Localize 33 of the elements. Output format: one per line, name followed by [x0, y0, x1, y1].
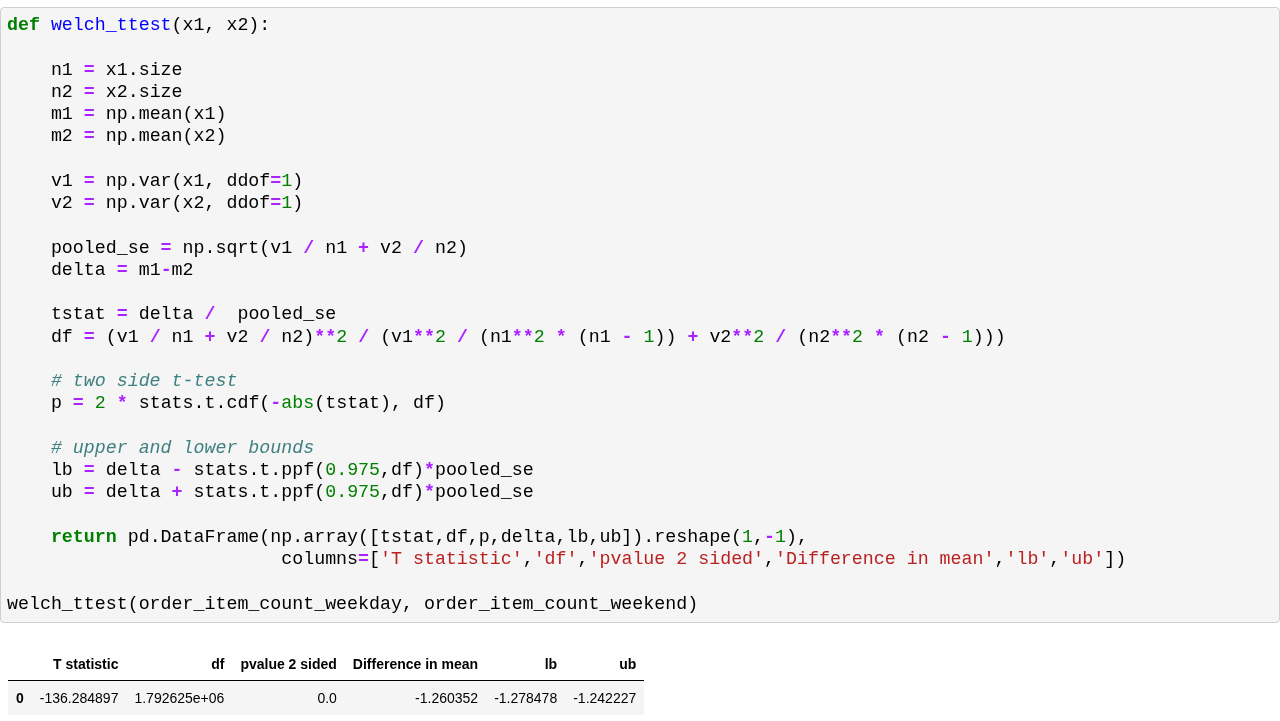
- table-cell: 0.0: [232, 680, 345, 715]
- column-header: Difference in mean: [344, 647, 487, 681]
- code-line: v1 = np.var(x1, ddof=1): [49, 169, 304, 192]
- code-cell[interactable]: [0, 7, 1280, 623]
- code-line: welch_ttest(order_item_count_weekday, order_item_count_weekend): [7, 592, 699, 615]
- code-line: df = (v1 / n1 + v2 / n2)**2 / (v1**2 / (n1**2 * (n1 - 1)) + v2**2 / (n2**2 * (n2 - 1))): [49, 325, 1006, 348]
- code-line: pooled_se = np.sqrt(v1 / n1 + v2 / n2): [49, 236, 468, 259]
- code-line: return pd.DataFrame(np.array([tstat,df,p,delta,lb,ub]).reshape(1,-1),: [49, 525, 808, 548]
- column-header: T statistic: [31, 647, 127, 681]
- column-header: pvalue 2 sided: [232, 647, 345, 681]
- table-cell: -1.278478: [486, 680, 566, 715]
- code-line: lb = delta - stats.t.ppf(0.975,df)*pooled_se: [49, 459, 534, 482]
- table-cell: -1.242227: [565, 680, 645, 715]
- code-line: m2 = np.mean(x2): [49, 125, 227, 148]
- table-cell: -136.284897: [31, 680, 127, 715]
- code-line: def welch_ttest(x1, x2):: [7, 14, 271, 37]
- code-line: n2 = x2.size: [49, 80, 183, 103]
- table-cell: -1.260352: [344, 680, 487, 715]
- column-header: df: [126, 647, 233, 681]
- code-line: n1 = x1.size: [49, 58, 183, 81]
- code-line: delta = m1-m2: [49, 258, 194, 281]
- column-header: ub: [565, 647, 645, 681]
- column-header: lb: [486, 647, 566, 681]
- code-line: # two side t-test: [49, 370, 238, 393]
- row-index: 0: [8, 680, 32, 715]
- code-line: ub = delta + stats.t.ppf(0.975,df)*pooled_se: [49, 481, 534, 504]
- table-cell: 1.792625e+06: [126, 680, 233, 715]
- code-line: columns=['T statistic','df','pvalue 2 sided','Difference in mean','lb','ub']): [280, 548, 1127, 571]
- code-line: m1 = np.mean(x1): [49, 103, 227, 126]
- code-line: v2 = np.var(x2, ddof=1): [49, 192, 304, 215]
- code-line: p = 2 * stats.t.cdf(-abs(tstat), df): [49, 392, 446, 415]
- code-line: tstat = delta / pooled_se: [49, 303, 337, 326]
- code-line: # upper and lower bounds: [49, 436, 315, 459]
